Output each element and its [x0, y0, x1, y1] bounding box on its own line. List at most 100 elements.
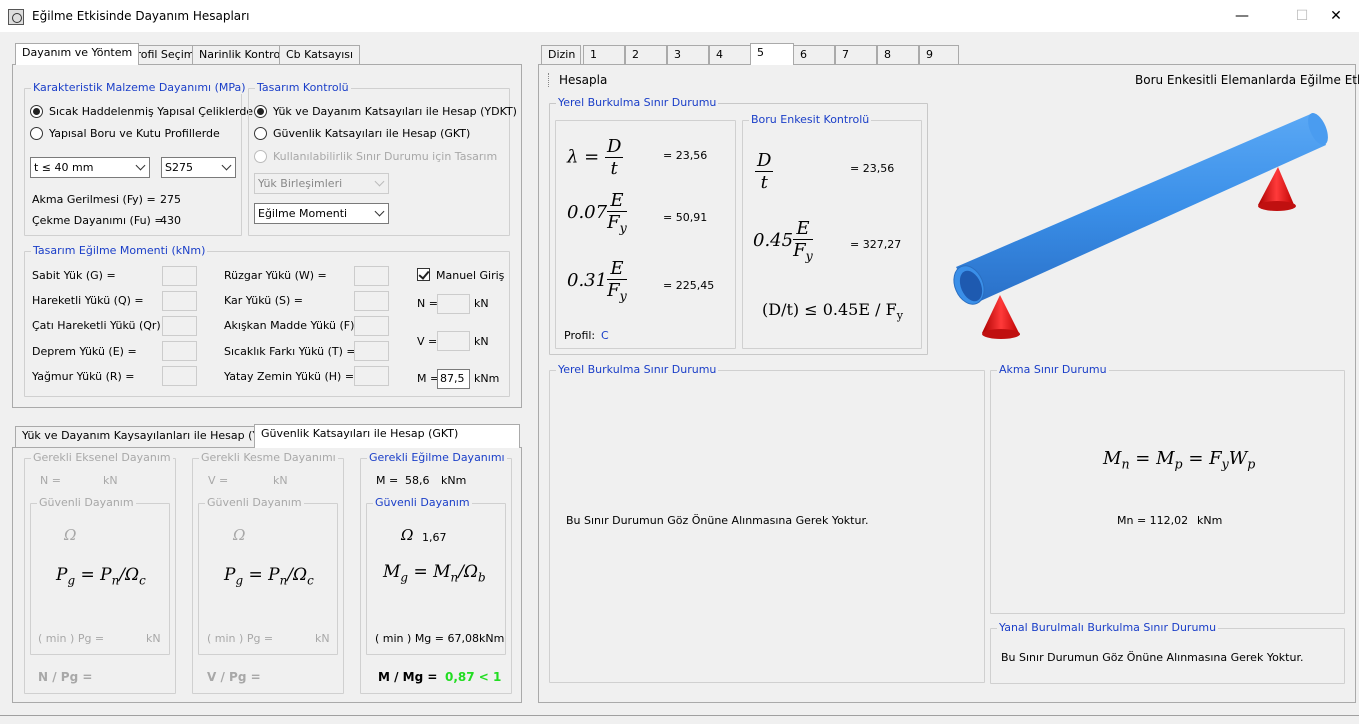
shear-ratio: V / Pg = — [207, 670, 261, 684]
bending-omega-value: 1,67 — [422, 531, 447, 544]
yield-formula: Mn = Mp = FyWp — [1103, 448, 1256, 472]
shear-min-unit: kN — [315, 632, 330, 645]
design-option-serviceability: Kullanılabilirlik Sınır Durumu için Tasa… — [273, 150, 498, 163]
live-load-input[interactable] — [162, 291, 197, 311]
grade-value: S275 — [165, 161, 193, 174]
soil-load-input[interactable] — [354, 366, 389, 386]
bending-group-title: Gerekli Eğilme Dayanımı — [367, 451, 507, 464]
minimize-button[interactable]: — — [1219, 0, 1265, 32]
window-title: Eğilme Etkisinde Dayanım Hesapları — [32, 9, 250, 23]
fu-label: Çekme Dayanımı (Fu) = — [32, 214, 164, 227]
m-unit: kNm — [474, 372, 500, 385]
tab-2[interactable]: 2 — [625, 45, 667, 65]
bending-omega: Ω — [401, 526, 414, 544]
v-unit: kN — [474, 335, 489, 348]
dead-load-input[interactable] — [162, 266, 197, 286]
shear-v-label: V = — [208, 474, 229, 487]
local-buckling-2-title: Yerel Burkulma Sınır Durumu — [556, 363, 719, 376]
limit-007-value: = 50,91 — [663, 211, 708, 224]
tab-5[interactable]: 5 — [750, 43, 794, 65]
close-button[interactable]: ✕ — [1313, 0, 1359, 32]
effect-select[interactable]: Eğilme Momenti — [254, 203, 389, 224]
thickness-value: t ≤ 40 mm — [34, 161, 94, 174]
tab-cb-katsayisi[interactable]: Cb Katsayısı — [279, 45, 361, 65]
tab-8[interactable]: 8 — [877, 45, 919, 65]
yield-result: Mn = 112,02 — [1117, 514, 1189, 527]
design-radio-gkt[interactable] — [254, 127, 267, 140]
n-input[interactable] — [437, 294, 470, 314]
tab-dayanim-yontem[interactable]: Dayanım ve Yöntem — [15, 43, 140, 65]
wind-load-input[interactable] — [354, 266, 389, 286]
temperature-load-input[interactable] — [354, 341, 389, 361]
bending-safe-title: Güvenli Dayanım — [373, 496, 472, 509]
live-load-label: Hareketli Yükü (Q) = — [32, 294, 144, 307]
tab-6[interactable]: 6 — [793, 45, 835, 65]
support-cone-left-base — [982, 329, 1020, 339]
design-control-title: Tasarım Kontrolü — [255, 81, 351, 94]
yield-result-unit: kNm — [1197, 514, 1223, 527]
design-radio-ydkt[interactable] — [254, 105, 267, 118]
material-radio-hot-rolled[interactable] — [30, 105, 43, 118]
seismic-load-label: Deprem Yükü (E) = — [32, 345, 137, 358]
toolbar-grip — [548, 73, 550, 87]
limit-007-formula: 0.07 E Fy — [567, 190, 627, 236]
pipe-dt-value: = 23,56 — [850, 162, 895, 175]
material-option-pipe: Yapısal Boru ve Kutu Profillerde — [49, 127, 220, 140]
shear-omega: Ω — [233, 526, 246, 544]
thickness-select[interactable]: t ≤ 40 mm — [30, 157, 150, 178]
material-radio-pipe[interactable] — [30, 127, 43, 140]
v-input[interactable] — [437, 331, 470, 351]
tab-7[interactable]: 7 — [835, 45, 877, 65]
fu-value: 430 — [160, 214, 181, 227]
n-unit: kN — [474, 297, 489, 310]
rain-load-input[interactable] — [162, 366, 197, 386]
design-radio-serviceability[interactable] — [254, 150, 267, 163]
fy-value: 275 — [160, 193, 181, 206]
grade-select[interactable]: S275 — [161, 157, 236, 178]
pipe-illustration — [953, 113, 1328, 339]
snow-load-input[interactable] — [354, 291, 389, 311]
tab-9[interactable]: 9 — [919, 45, 959, 65]
tab-gkt[interactable]: Güvenlik Katsayıları ile Hesap (GKT) — [254, 424, 520, 448]
tab-1[interactable]: 1 — [583, 45, 625, 65]
wind-load-label: Rüzgar Yükü (W) = — [224, 269, 327, 282]
seismic-load-input[interactable] — [162, 341, 197, 361]
bending-m-label: M = — [376, 474, 399, 487]
roof-live-load-input[interactable] — [162, 316, 197, 336]
m-input[interactable]: 87,5 — [437, 369, 470, 389]
support-cone-right-base — [1258, 201, 1296, 211]
title-bar: Eğilme Etkisinde Dayanım Hesapları — ☐ ✕ — [0, 0, 1359, 32]
toolbar-header: Boru Enkesitli Elemanlarda Eğilme Etkisi — [1135, 73, 1359, 87]
fy-label: Akma Gerilmesi (Fy) = — [32, 193, 156, 206]
tab-dizin[interactable]: Dizin — [541, 45, 581, 65]
shear-formula: Pg = Pn/Ωc — [224, 565, 314, 588]
shear-v-unit: kN — [273, 474, 288, 487]
status-strip — [0, 715, 1359, 724]
chevron-down-icon — [374, 176, 385, 187]
v-label: V = — [417, 335, 438, 348]
load-combination-select[interactable]: Yük Birleşimleri — [254, 173, 389, 194]
snow-load-label: Kar Yükü (S) = — [224, 294, 303, 307]
yield-group: Akma Sınır Durumu — [990, 363, 1345, 614]
dead-load-label: Sabit Yük (G) = — [32, 269, 116, 282]
manual-entry-checkbox[interactable] — [417, 268, 430, 281]
roof-live-load-label: Çatı Hareketli Yükü (Qr) = — [32, 319, 174, 332]
axial-ratio: N / Pg = — [38, 670, 93, 684]
shear-min-label: ( min ) Pg = — [207, 632, 274, 645]
limit-031-value: = 225,45 — [663, 279, 715, 292]
calculate-button[interactable]: Hesapla — [559, 73, 607, 87]
tab-3[interactable]: 3 — [667, 45, 709, 65]
pipe-check-title: Boru Enkesit Kontrolü — [749, 113, 872, 126]
chevron-down-icon — [221, 160, 232, 171]
lambda-value: = 23,56 — [663, 149, 708, 162]
moment-group-title: Tasarım Eğilme Momenti (kNm) — [31, 244, 208, 257]
tab-4[interactable]: 4 — [709, 45, 751, 65]
tab-ydkt[interactable]: Yük ve Dayanım Kaysayılanları ile Hesap … — [15, 426, 292, 448]
axial-group-title: Gerekli Eksenel Dayanım — [31, 451, 173, 464]
profile-value: C — [601, 329, 609, 342]
bending-min-label: ( min ) Mg = 67,08 — [375, 632, 479, 645]
design-option-ydkt: Yük ve Dayanım Katsayıları ile Hesap (YD… — [273, 105, 517, 118]
fluid-load-input[interactable] — [354, 316, 389, 336]
pipe-dt-formula: Dt — [755, 150, 774, 193]
bending-m-unit: kNm — [441, 474, 467, 487]
